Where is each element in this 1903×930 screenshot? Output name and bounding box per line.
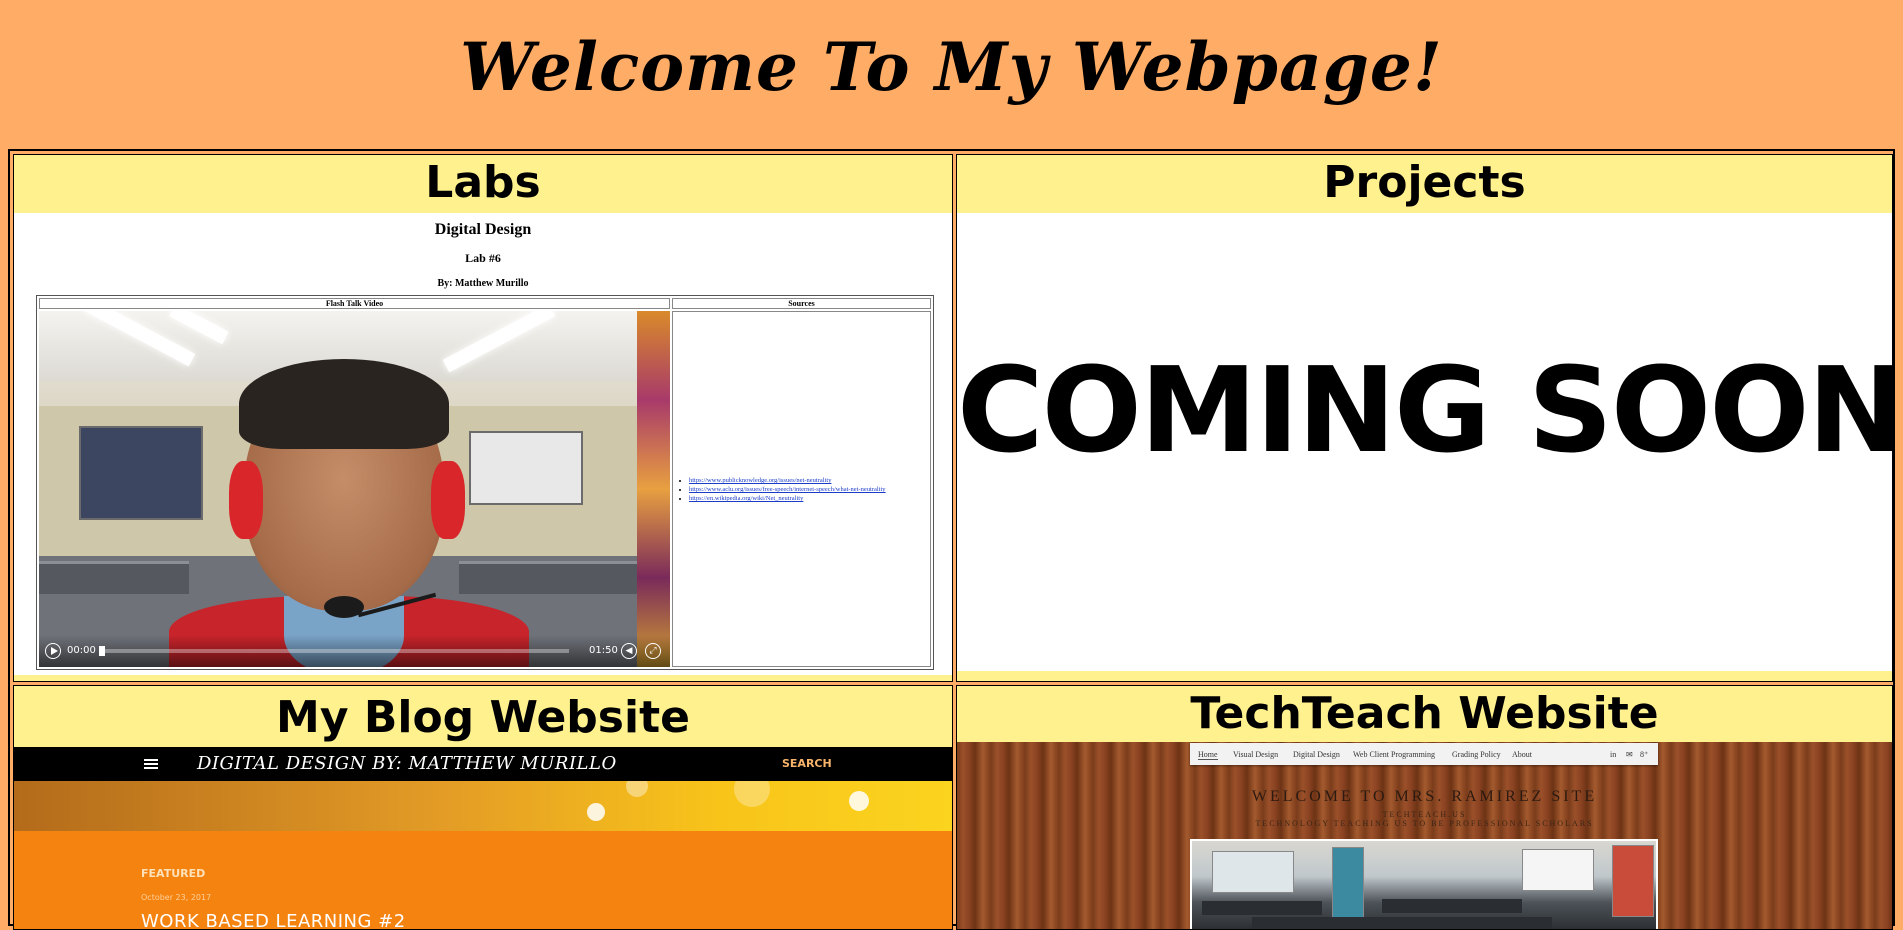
blog-cell: My Blog Website DIGITAL DESIGN BY: MATTH… [13, 685, 953, 930]
video-mic [324, 596, 364, 618]
featured-label: FEATURED [141, 867, 206, 880]
sources-list: https://www.publicknowledge.org/issues/n… [673, 476, 886, 503]
post-date: October 23, 2017 [141, 893, 212, 902]
video-controls: 00:00 01:50 ◀ ⤢ [39, 635, 670, 667]
classroom-photo [1190, 839, 1658, 929]
source-link[interactable]: https://www.publicknowledge.org/issues/n… [689, 477, 831, 484]
source-link[interactable]: https://www.aclu.org/issues/free-speech/… [689, 486, 886, 493]
techteach-cell: TechTeach Website Home Visual Design Dig… [956, 685, 1893, 930]
blog-banner [14, 781, 952, 831]
photo-pillar [1332, 847, 1364, 919]
labs-title: Labs [425, 157, 541, 208]
google-plus-icon[interactable]: 8⁺ [1640, 750, 1648, 759]
play-icon[interactable] [45, 643, 61, 659]
blog-site-title[interactable]: DIGITAL DESIGN BY: MATTHEW MURILLO [197, 753, 617, 774]
list-item: https://en.wikipedia.org/wiki/Net_neutra… [689, 494, 886, 503]
lab-table: Flash Talk Video Sources 00:00 01:50 ◀ ⤢… [36, 295, 934, 670]
video-scene-desk [39, 561, 189, 594]
blog-embed[interactable]: DIGITAL DESIGN BY: MATTHEW MURILLO SEARC… [14, 747, 952, 929]
lab-heading: Digital Design [434, 221, 532, 238]
nav-item-grading-policy[interactable]: Grading Policy [1452, 750, 1501, 759]
video-progress-knob[interactable] [99, 646, 105, 656]
video-scene-desk [459, 561, 639, 594]
techteach-welcome: WELCOME TO MRS. RAMIREZ SITE [1251, 788, 1598, 805]
blog-search-button[interactable]: SEARCH [782, 757, 832, 770]
lab-number: Lab #6 [465, 251, 501, 265]
techteach-tagline: TECHNOLOGY TEACHING US TO BE PROFESSIONA… [1255, 819, 1594, 828]
page-title: Welcome To My Webpage! [460, 28, 1443, 106]
headphone-left [229, 461, 263, 539]
table-header-video: Flash Talk Video [39, 298, 670, 309]
nav-item-about[interactable]: About [1512, 750, 1532, 759]
techteach-nav: Home Visual Design Digital Design Web Cl… [1190, 743, 1658, 765]
video-progress-track[interactable] [99, 649, 569, 653]
blog-body: FEATURED October 23, 2017 WORK BASED LEA… [14, 831, 952, 929]
video-scene-poster [637, 311, 670, 667]
list-item: https://www.aclu.org/issues/free-speech/… [689, 485, 886, 494]
bokeh-light [587, 803, 605, 821]
sources-cell: https://www.publicknowledge.org/issues/n… [672, 311, 931, 667]
bokeh-light [734, 781, 770, 807]
headphone-right [431, 461, 465, 539]
video-duration: 01:50 [589, 645, 618, 656]
techteach-embed[interactable]: Home Visual Design Digital Design Web Cl… [957, 742, 1892, 929]
photo-board [1212, 851, 1294, 893]
labs-embed[interactable]: Digital Design Lab #6 By: Matthew Murill… [14, 213, 952, 675]
video-scene-board [469, 431, 583, 505]
bokeh-light [849, 791, 869, 811]
lab-author: By: Matthew Murillo [437, 278, 529, 289]
labs-cell: Labs Digital Design Lab #6 By: Matthew M… [13, 154, 953, 682]
techteach-title: TechTeach Website [1190, 688, 1659, 739]
mail-icon[interactable]: ✉ [1626, 750, 1633, 759]
menu-icon[interactable] [144, 759, 158, 761]
photo-shelf [1612, 845, 1654, 917]
source-link[interactable]: https://en.wikipedia.org/wiki/Net_neutra… [689, 495, 803, 502]
page-header: Welcome To My Webpage! [0, 0, 1903, 148]
nav-item-web-client-programming[interactable]: Web Client Programming [1353, 750, 1435, 759]
nav-item-digital-design[interactable]: Digital Design [1293, 750, 1340, 759]
video-current-time: 00:00 [67, 645, 96, 656]
post-title[interactable]: WORK BASED LEARNING #2 [141, 911, 406, 929]
projects-cell: Projects COMING SOON [956, 154, 1893, 682]
coming-soon-text: COMING SOON [957, 341, 1892, 479]
nav-item-home[interactable]: Home [1198, 750, 1218, 760]
fullscreen-icon[interactable]: ⤢ [645, 643, 661, 659]
table-header-sources: Sources [672, 298, 931, 309]
nav-item-visual-design[interactable]: Visual Design [1233, 750, 1278, 759]
techteach-site-name: TECHTEACH.US [1382, 810, 1467, 819]
photo-desk [1252, 917, 1552, 929]
video-scene-board [79, 426, 203, 520]
blog-navbar: DIGITAL DESIGN BY: MATTHEW MURILLO SEARC… [14, 747, 952, 781]
linkedin-icon[interactable]: in [1610, 750, 1616, 759]
photo-board [1522, 849, 1594, 891]
video-person-hair [239, 359, 449, 449]
bokeh-light [626, 781, 648, 797]
photo-desk [1382, 899, 1522, 913]
content-grid: Labs Digital Design Lab #6 By: Matthew M… [8, 149, 1895, 930]
volume-icon[interactable]: ◀ [621, 643, 637, 659]
flash-talk-video[interactable]: 00:00 01:50 ◀ ⤢ [39, 311, 670, 667]
projects-embed[interactable]: COMING SOON [957, 213, 1892, 671]
list-item: https://www.publicknowledge.org/issues/n… [689, 476, 886, 485]
projects-title: Projects [1323, 157, 1526, 208]
blog-title: My Blog Website [276, 692, 690, 743]
photo-desk [1202, 901, 1322, 915]
